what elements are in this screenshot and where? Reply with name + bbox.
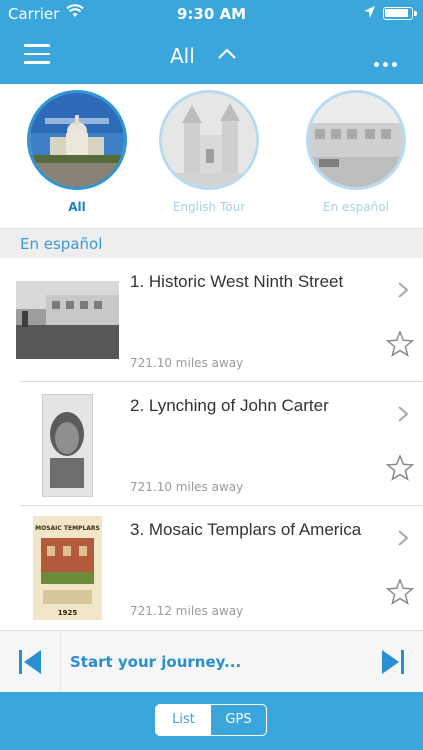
- historic-street-photo: [16, 281, 119, 359]
- portrait-photo: [42, 394, 93, 497]
- more-options-icon[interactable]: [374, 52, 402, 67]
- mosaic-templars-poster: MOSAIC TEMPLARS 1925: [33, 516, 102, 620]
- stop-distance: 721.10 miles away: [130, 356, 244, 370]
- stop-title: 2. Lynching of John Carter: [130, 396, 329, 415]
- skip-previous-icon[interactable]: [18, 649, 42, 675]
- tour-english[interactable]: English Tour: [154, 90, 264, 214]
- journey-player: Start your journey...: [0, 630, 423, 693]
- list-item[interactable]: 2. Lynching of John Carter 721.10 miles …: [0, 382, 423, 506]
- chevron-right-icon: [396, 280, 410, 300]
- poster-year: 1925: [58, 609, 78, 617]
- tour-label: English Tour: [172, 200, 246, 214]
- tour-label: All: [68, 200, 86, 214]
- stop-title: 1. Historic West Ninth Street: [130, 272, 344, 291]
- stop-distance: 721.10 miles away: [130, 480, 244, 494]
- section-title: En español: [20, 235, 103, 253]
- favorite-star-icon[interactable]: [385, 578, 415, 606]
- chevron-right-icon: [396, 528, 410, 548]
- chevron-right-icon: [396, 404, 410, 424]
- tour-selector: All English Tour En español: [0, 84, 423, 228]
- player-divider: [60, 631, 61, 693]
- view-toggle: List GPS: [155, 704, 267, 736]
- list-view-button[interactable]: List: [156, 705, 211, 735]
- tour-label: En español: [323, 200, 389, 214]
- stop-distance: 721.12 miles away: [130, 604, 244, 618]
- tour-spanish[interactable]: En español: [301, 90, 411, 214]
- list-item[interactable]: MOSAIC TEMPLARS 1925 3. Mosaic Templars …: [0, 506, 423, 630]
- start-journey-button[interactable]: Start your journey...: [70, 653, 241, 671]
- tour-all[interactable]: All: [22, 90, 132, 214]
- chevron-up-icon[interactable]: [216, 44, 238, 64]
- clock-time: 9:30 AM: [176, 5, 247, 23]
- list-item[interactable]: 1. Historic West Ninth Street 721.10 mil…: [0, 258, 423, 382]
- gps-view-button[interactable]: GPS: [211, 705, 266, 735]
- hamburger-menu-icon[interactable]: [24, 44, 50, 64]
- bottom-bar: List GPS: [0, 692, 423, 750]
- top-bar: Carrier 9:30 AM All: [0, 0, 423, 84]
- capitol-photo: [27, 90, 127, 190]
- favorite-star-icon[interactable]: [385, 330, 415, 358]
- poster-heading: MOSAIC TEMPLARS: [35, 525, 100, 532]
- street-photo: [306, 90, 406, 190]
- location-arrow-icon: [363, 5, 376, 23]
- skip-next-icon[interactable]: [381, 649, 405, 675]
- church-photo: [159, 90, 259, 190]
- section-header: En español: [0, 228, 423, 258]
- favorite-star-icon[interactable]: [385, 454, 415, 482]
- status-bar: Carrier 9:30 AM: [0, 0, 423, 28]
- nav-title[interactable]: All: [170, 44, 195, 68]
- battery-icon: [383, 7, 417, 20]
- stop-title: 3. Mosaic Templars of America: [130, 520, 362, 539]
